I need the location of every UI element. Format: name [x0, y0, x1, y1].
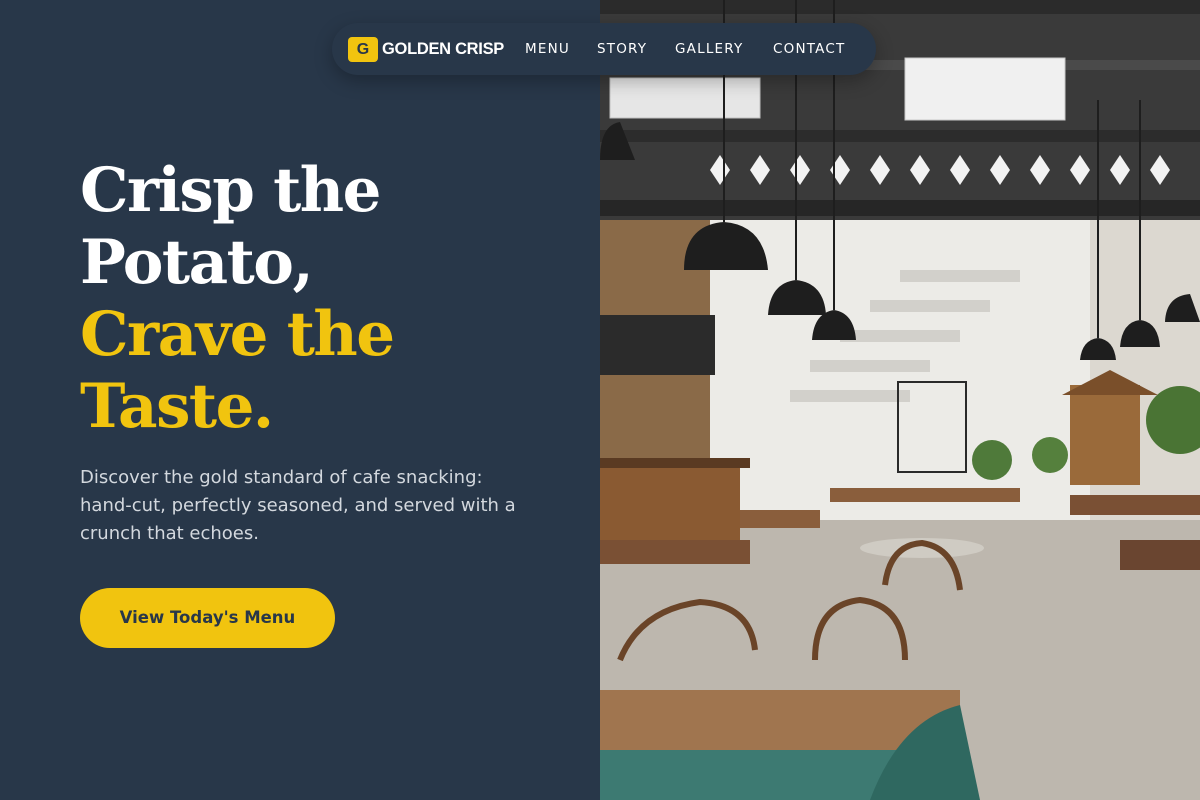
view-menu-button[interactable]: View Today's Menu	[80, 588, 335, 648]
brand-name[interactable]: GOLDEN CRISP	[382, 38, 504, 60]
cafe-interior-photo	[600, 0, 1200, 800]
hero-subtitle: Discover the gold standard of cafe snack…	[80, 467, 516, 544]
nav-link-story[interactable]: STORY	[597, 39, 647, 59]
nav-link-menu[interactable]: MENU	[525, 39, 570, 59]
hero-headline: Crisp the Potato, Crave the Taste.	[80, 155, 580, 443]
headline-line: Crisp the	[80, 155, 381, 226]
nav-link-contact[interactable]: CONTACT	[773, 39, 845, 59]
nav-link-gallery[interactable]: GALLERY	[675, 39, 743, 59]
top-nav: G GOLDEN CRISP MENU STORY GALLERY CONTAC…	[332, 23, 876, 75]
headline-line-accent: Taste.	[80, 371, 274, 442]
logo-badge[interactable]: G	[348, 37, 378, 62]
headline-line-accent: Crave the	[80, 299, 395, 370]
headline-line: Potato,	[80, 227, 314, 298]
